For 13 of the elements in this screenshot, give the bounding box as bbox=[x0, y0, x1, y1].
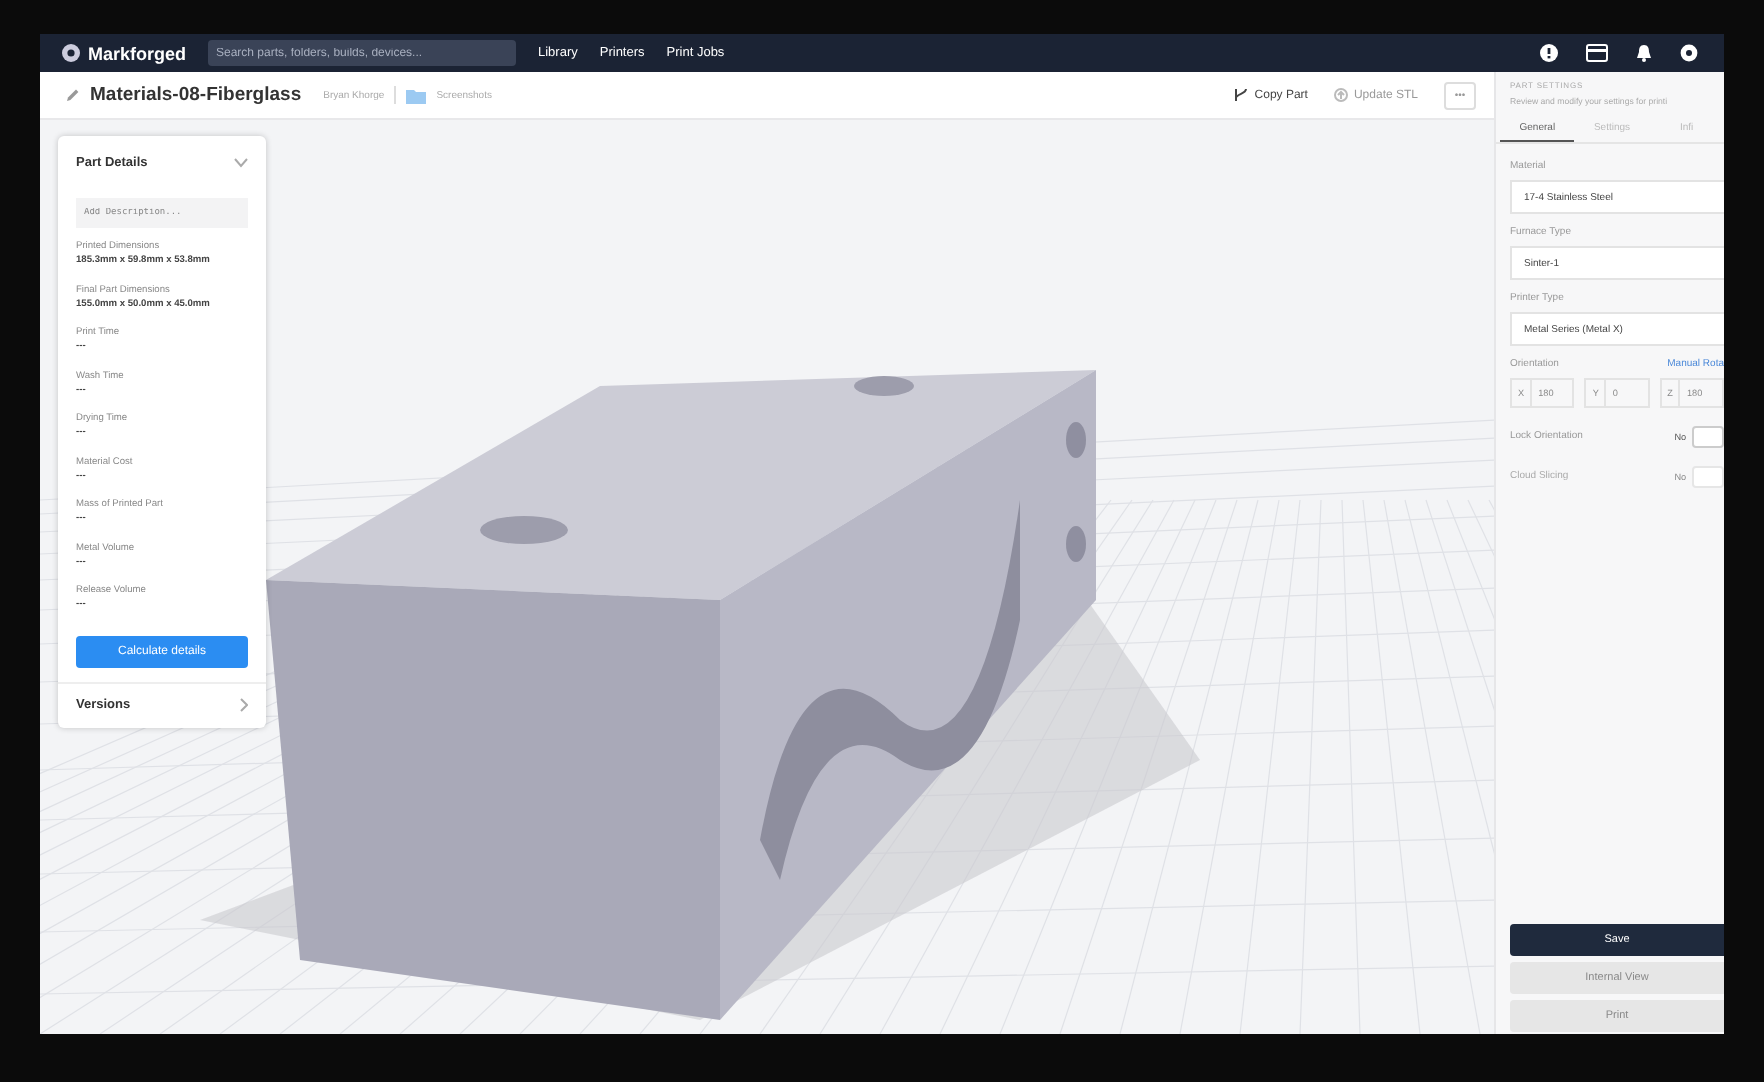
settings-icon bbox=[1680, 44, 1698, 62]
upload-icon bbox=[1333, 88, 1348, 102]
part-title: Materials-08-Fiberglass bbox=[90, 84, 302, 106]
panel-icon bbox=[1586, 44, 1608, 62]
pencil-icon bbox=[66, 88, 80, 102]
chevron-right-icon bbox=[240, 698, 248, 712]
folder-icon bbox=[406, 87, 427, 103]
logo-icon bbox=[60, 42, 82, 64]
help-icon bbox=[1540, 44, 1558, 62]
brand-name: Markforged bbox=[88, 43, 187, 63]
branch-icon bbox=[1234, 88, 1249, 102]
toggle-switch[interactable] bbox=[1692, 425, 1724, 447]
bell-icon bbox=[1636, 44, 1652, 62]
